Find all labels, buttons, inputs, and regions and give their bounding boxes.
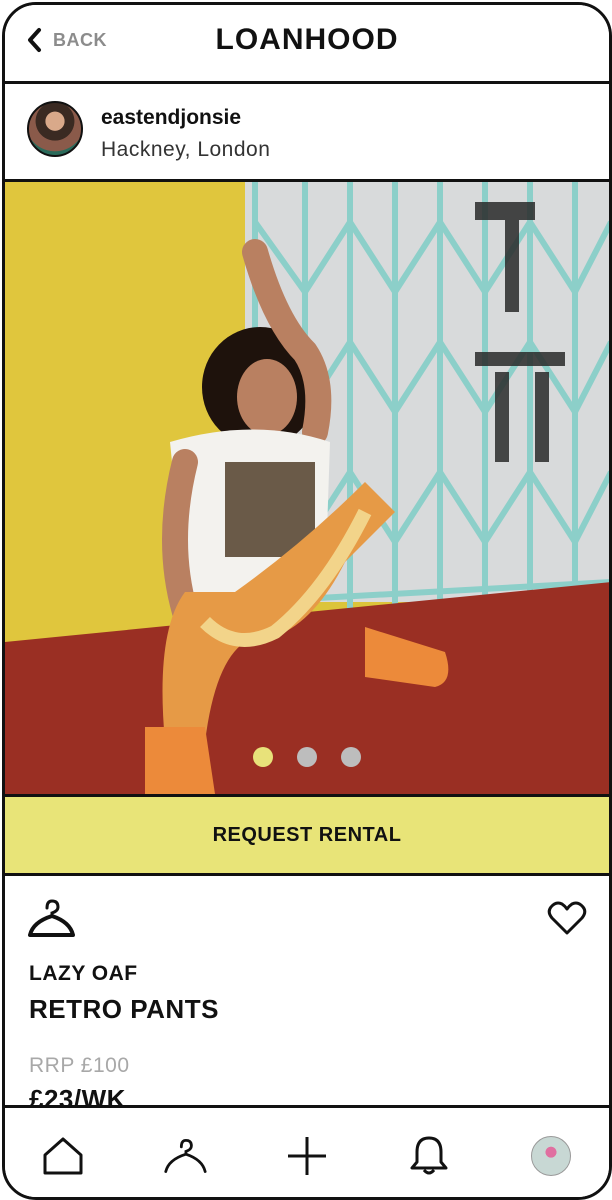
- heart-icon[interactable]: [547, 900, 587, 936]
- nav-add[interactable]: [283, 1132, 331, 1180]
- item-details: LAZY OAF RETRO PANTS RRP £100 £23/WK: [5, 876, 609, 1114]
- avatar[interactable]: [27, 101, 83, 157]
- carousel-dot-2[interactable]: [297, 747, 317, 767]
- request-rental-button[interactable]: REQUEST RENTAL: [5, 797, 609, 876]
- lender-profile[interactable]: eastendjonsie Hackney, London: [5, 84, 609, 182]
- item-rrp: RRP £100: [29, 1054, 130, 1077]
- app-screen: BACK LOANHOOD eastendjonsie Hackney, Lon…: [2, 2, 612, 1200]
- hanger-icon: [28, 899, 75, 937]
- top-bar: BACK LOANHOOD: [5, 5, 609, 84]
- profile-avatar: [531, 1136, 571, 1176]
- app-logo: LOANHOOD: [215, 23, 399, 56]
- nav-home[interactable]: [39, 1132, 87, 1180]
- bottom-navigation: [5, 1105, 609, 1197]
- carousel-dots: [5, 747, 609, 767]
- carousel-dot-3[interactable]: [341, 747, 361, 767]
- plus-icon: [288, 1137, 326, 1175]
- carousel-dot-1[interactable]: [253, 747, 273, 767]
- item-name: RETRO PANTS: [29, 994, 219, 1024]
- product-photo[interactable]: [5, 182, 609, 797]
- location: Hackney, London: [101, 138, 271, 161]
- item-brand: LAZY OAF: [29, 962, 138, 985]
- nav-profile[interactable]: [527, 1132, 575, 1180]
- home-icon: [43, 1137, 83, 1175]
- nav-notifications[interactable]: [405, 1132, 453, 1180]
- hanger-icon: [164, 1139, 207, 1173]
- product-image: [5, 182, 609, 794]
- bell-icon: [410, 1136, 448, 1175]
- username[interactable]: eastendjonsie: [101, 106, 241, 130]
- nav-wardrobe[interactable]: [161, 1132, 209, 1180]
